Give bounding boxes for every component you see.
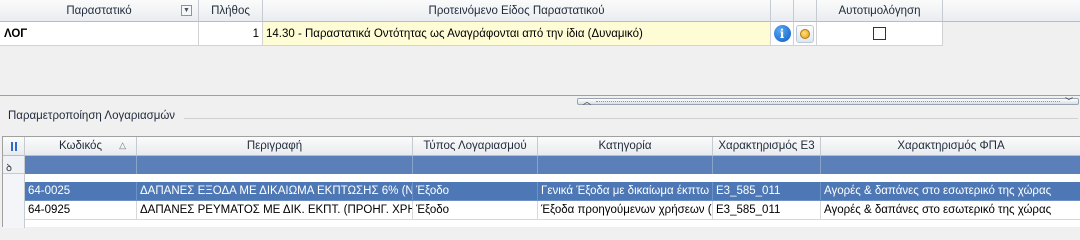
header-info-col [771,0,794,22]
group-divider [184,118,1078,119]
column-chooser-glyph [10,141,17,151]
header-empty [943,0,1080,22]
lookup-icon-glyph [800,28,810,39]
row-description: ΔΑΠΑΝΕΣ ΕΞΟΔΑ ΜΕ ΔΙΚΑΙΩΜΑ ΕΚΠΤΩΣΗΣ 6% (Ν… [137,182,413,201]
row-description: ΔΑΠΑΝΕΣ ΡΕΥΜΑΤΟΣ ΜΕ ΔΙΚ. ΕΚΠΤ. (ΠΡΟΗΓ. Χ… [137,201,413,220]
header-description-label: Περιγραφή [246,140,303,152]
accounts-grid: Κωδικός △ Περιγραφή Τύπος Λογαριασμού Κα… [2,136,1080,228]
info-icon[interactable]: i [773,25,791,42]
row-code: 64-0925 [25,201,137,220]
row-vat: Αγορές & δαπάνες στο εσωτερικό της χώρας [821,182,1080,201]
auto-filter-row: ꝺ [3,156,1080,174]
self-pricing-checkbox[interactable] [873,27,886,40]
row-indicator-column [3,174,25,228]
filter-vat-input[interactable] [821,156,1080,174]
row-account-type: Έξοδο [413,201,538,220]
header-account-type-label: Τύπος Λογαριασμού [423,140,527,152]
table-row[interactable]: 64-0925 ΔΑΠΑΝΕΣ ΡΕΥΜΑΤΟΣ ΜΕ ΔΙΚ. ΕΚΠΤ. (… [25,201,1080,220]
cell-self-pricing[interactable] [817,22,943,46]
filter-code-input[interactable] [25,156,137,174]
row-category: Γενικά Έξοδα με δικαίωμα έκπτω [538,182,713,201]
header-document[interactable]: Παραστατικό ▼ [0,0,199,22]
filter-account-type-input[interactable] [413,156,538,174]
collapse-down-icon[interactable]: ﹀ [1065,96,1073,107]
suggested-type-value: 14.30 - Παραστατικά Οντότητας ως Αναγράφ… [266,27,643,40]
header-account-type[interactable]: Τύπος Λογαριασμού [413,137,538,156]
header-description[interactable]: Περιγραφή [137,137,413,156]
filter-description-input[interactable] [137,156,413,174]
header-suggested-type[interactable]: Προτεινόμενο Είδος Παραστατικού [263,0,771,22]
cell-quantity[interactable]: 1 [199,22,263,46]
splitter-grip-dots [596,101,1060,102]
row-e3: E3_585_011 [713,201,821,220]
cell-info[interactable]: i [771,22,794,46]
filter-separator [3,174,1080,228]
row-category: Έξοδα προηγούμενων χρήσεων ( [538,201,713,220]
sort-ascending-icon: △ [119,140,126,150]
header-code[interactable]: Κωδικός △ [25,137,137,156]
row-e3: E3_585_011 [713,182,821,201]
header-picker-col [794,0,817,22]
cell-suggested-type[interactable]: 14.30 - Παραστατικά Οντότητας ως Αναγράφ… [263,22,771,46]
row-code: 64-0025 [25,182,137,201]
header-e3-label: Χαρακτηρισμός Ε3 [718,140,815,152]
splitter-handle[interactable]: ︿ ﹀ [577,96,1079,107]
header-vat-label: Χαρακτηρισμός ΦΠΑ [897,140,1005,152]
header-vat[interactable]: Χαρακτηρισμός ΦΠΑ [821,137,1080,156]
header-quantity[interactable]: Πλήθος [199,0,263,22]
header-document-label: Παραστατικό [66,4,132,17]
column-chooser-icon[interactable] [3,137,25,156]
header-self-pricing-label: Αυτοτιμολόγηση [838,4,921,17]
group-title: Παραμετροποίηση Λογαριασμών [8,110,178,122]
header-self-pricing[interactable]: Αυτοτιμολόγηση [817,0,943,22]
quantity-value: 1 [252,27,259,40]
header-code-label: Κωδικός [58,140,102,152]
lookup-icon[interactable] [796,24,814,43]
header-e3[interactable]: Χαρακτηρισμός Ε3 [713,137,821,156]
auto-filter-icon[interactable]: ꝺ [3,156,25,174]
header-category-label: Κατηγορία [598,140,652,152]
documents-grid: Παραστατικό ▼ Πλήθος Προτεινόμενο Είδος … [0,0,1080,96]
filter-category-input[interactable] [538,156,713,174]
header-quantity-label: Πλήθος [211,4,250,17]
row-account-type: Έξοδο [413,182,538,201]
cell-document[interactable]: ΛΟΓ [0,22,199,46]
collapse-up-icon[interactable]: ︿ [583,96,591,107]
filter-icon[interactable]: ▼ [181,5,192,16]
row-vat: Αγορές & δαπάνες στο εσωτερικό της χώρας [821,201,1080,220]
header-suggested-type-label: Προτεινόμενο Είδος Παραστατικού [428,4,605,17]
cell-picker[interactable] [794,22,817,46]
cell-empty [943,22,1080,46]
document-value: ΛΟΓ [4,27,28,40]
splitter: ︿ ﹀ [0,96,1080,106]
header-category[interactable]: Κατηγορία [538,137,713,156]
table-row[interactable]: 64-0025 ΔΑΠΑΝΕΣ ΕΞΟΔΑ ΜΕ ΔΙΚΑΙΩΜΑ ΕΚΠΤΩΣ… [25,182,1080,201]
filter-e3-input[interactable] [713,156,821,174]
